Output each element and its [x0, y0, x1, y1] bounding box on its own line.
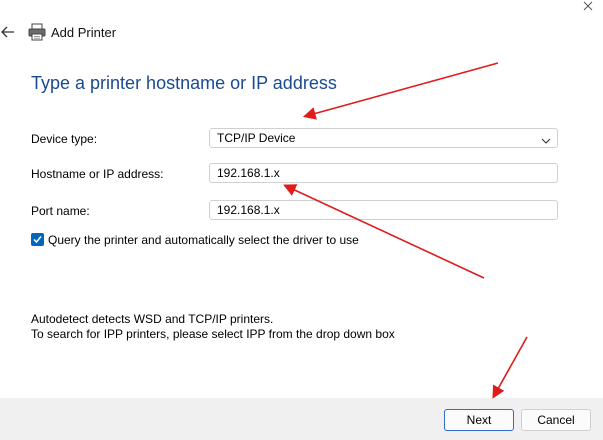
- device-type-label: Device type:: [31, 132, 98, 146]
- annotation-arrows: [283, 62, 528, 399]
- port-name-input[interactable]: 192.168.1.x: [209, 200, 558, 220]
- device-type-select[interactable]: TCP/IP Device: [209, 128, 558, 148]
- checkmark-icon: [33, 236, 42, 244]
- back-arrow-icon[interactable]: [0, 24, 16, 40]
- info-line-autodetect: Autodetect detects WSD and TCP/IP printe…: [31, 312, 274, 326]
- hostname-input[interactable]: 192.168.1.x: [209, 163, 558, 183]
- query-printer-label[interactable]: Query the printer and automatically sele…: [48, 233, 359, 247]
- page-heading: Type a printer hostname or IP address: [31, 73, 337, 93]
- info-line-ipp: To search for IPP printers, please selec…: [31, 327, 395, 341]
- next-button[interactable]: Next: [444, 409, 514, 431]
- printer-icon: [28, 23, 46, 41]
- hostname-label: Hostname or IP address:: [31, 167, 164, 181]
- cancel-button[interactable]: Cancel: [521, 409, 591, 431]
- device-type-value: TCP/IP Device: [217, 131, 296, 145]
- dialog-footer: Next Cancel: [0, 398, 603, 440]
- query-printer-checkbox[interactable]: [31, 233, 44, 246]
- annotation-arrow-next: [492, 336, 528, 399]
- chevron-down-icon: [541, 133, 551, 144]
- port-name-label: Port name:: [31, 204, 90, 218]
- window-title: Add Printer: [51, 25, 117, 40]
- window-header: Add Printer: [0, 1, 603, 46]
- close-icon[interactable]: [583, 0, 597, 12]
